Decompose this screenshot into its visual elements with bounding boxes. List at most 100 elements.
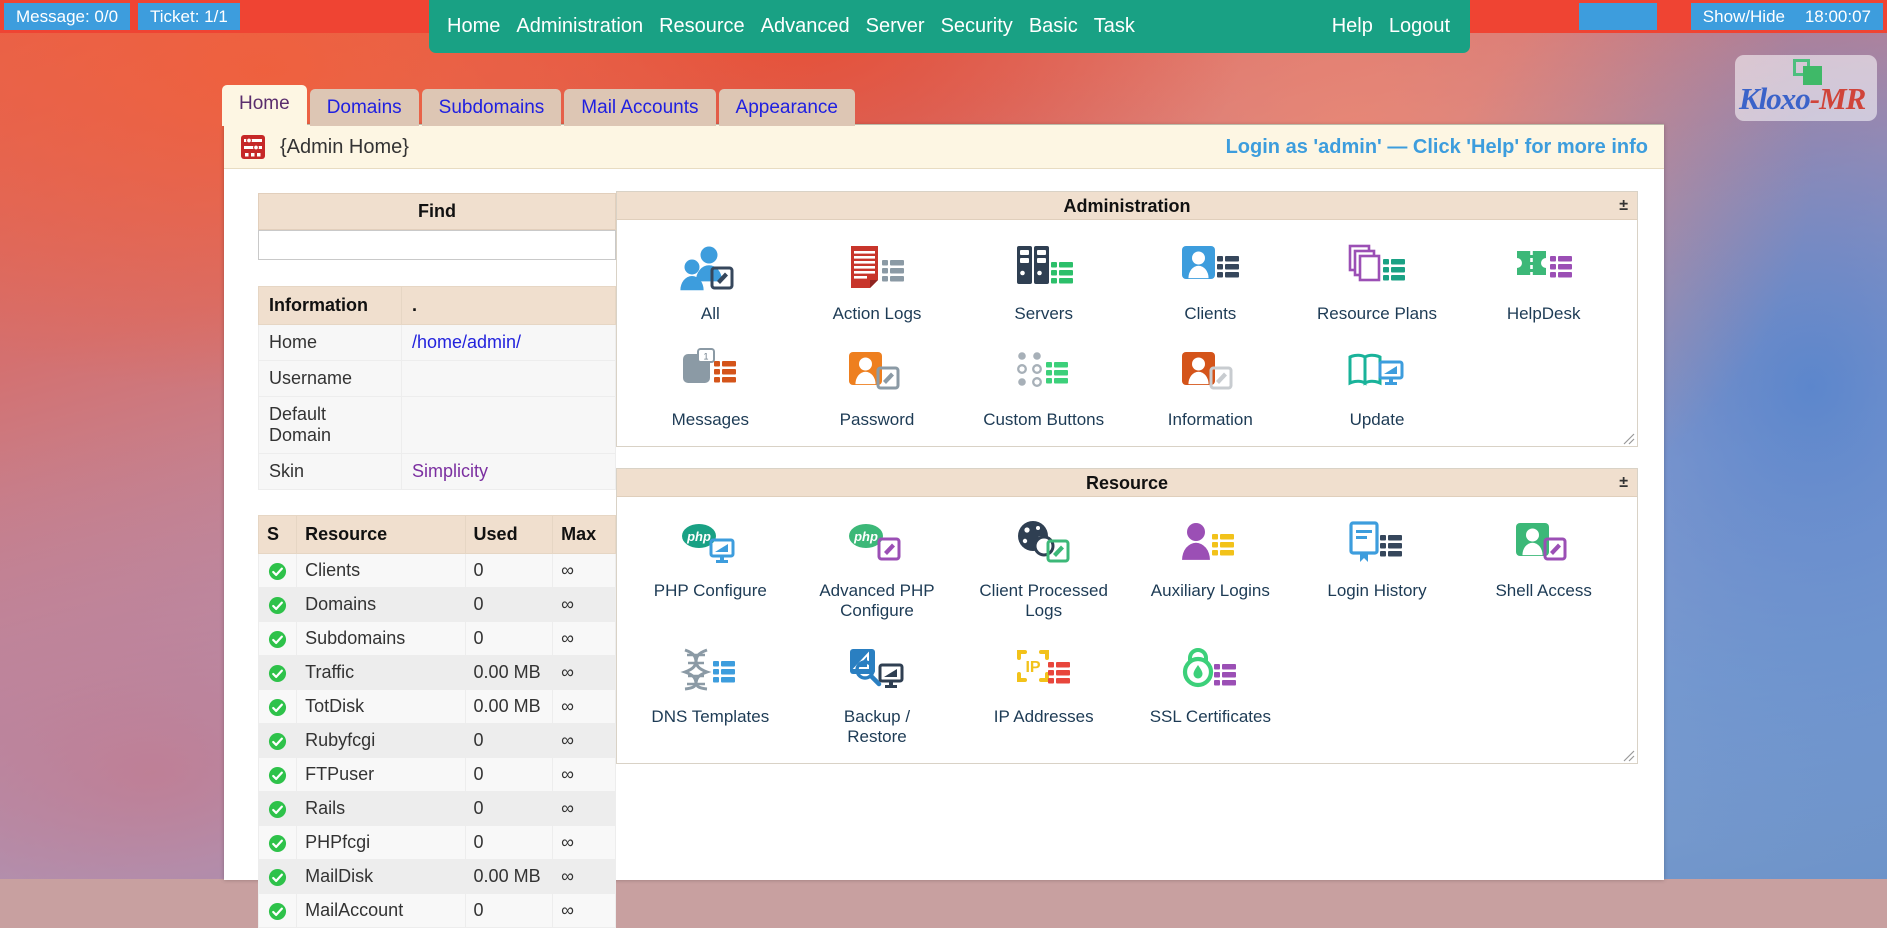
message-counter-chip[interactable]: Message: 0/0 bbox=[4, 3, 131, 30]
icon-tile-all[interactable]: All bbox=[627, 234, 794, 334]
tab-home[interactable]: Home bbox=[222, 85, 307, 126]
icon-tile-custom-buttons[interactable]: Custom Buttons bbox=[960, 340, 1127, 440]
icon-tile-helpdesk[interactable]: HelpDesk bbox=[1460, 234, 1627, 334]
resource-used-cell: 0 bbox=[464, 757, 554, 792]
status-ok-icon bbox=[269, 630, 287, 649]
window-body: Find Information . Home /home/admin/ Use… bbox=[224, 169, 1664, 928]
nav-item-security[interactable]: Security bbox=[941, 15, 1013, 38]
svg-text:1: 1 bbox=[704, 351, 709, 361]
nav-item-logout[interactable]: Logout bbox=[1389, 15, 1450, 38]
resource-status-cell bbox=[257, 621, 298, 656]
icon-tile-label: Auxiliary Logins bbox=[1150, 581, 1270, 600]
resource-used-cell: 0.00 MB bbox=[464, 655, 554, 690]
icon-tile-ip-addresses[interactable]: IP IP Addresses bbox=[960, 637, 1127, 757]
icon-tile-dns-templates[interactable]: DNS Templates bbox=[627, 637, 794, 757]
icon-tile-advanced-php-configure[interactable]: php Advanced PHP Configure bbox=[794, 511, 961, 631]
home-path-link[interactable]: /home/admin/ bbox=[412, 332, 521, 352]
nav-item-basic[interactable]: Basic bbox=[1029, 15, 1078, 38]
resource-used-cell: 0 bbox=[464, 621, 554, 656]
icon-tile-label: Update bbox=[1349, 410, 1405, 429]
resource-name-cell: PHPfcgi bbox=[296, 825, 466, 860]
icon-tile-servers[interactable]: Servers bbox=[960, 234, 1127, 334]
resource-name-cell: TotDisk bbox=[296, 689, 466, 724]
icon-tile-resource-plans[interactable]: Resource Plans bbox=[1294, 234, 1461, 334]
show-hide-button[interactable]: Show/Hide bbox=[1690, 3, 1797, 30]
resize-handle-icon[interactable] bbox=[1621, 748, 1635, 762]
resource-used-cell: 0 bbox=[464, 587, 554, 622]
nav-item-help[interactable]: Help bbox=[1332, 15, 1373, 38]
icon-tile-label: Information bbox=[1167, 410, 1253, 429]
icon-tile-update[interactable]: Update bbox=[1294, 340, 1461, 440]
user-list-purple-icon bbox=[1179, 519, 1241, 577]
nav-item-home[interactable]: Home bbox=[447, 15, 500, 38]
nav-item-advanced[interactable]: Advanced bbox=[761, 15, 850, 38]
nav-item-administration[interactable]: Administration bbox=[516, 15, 643, 38]
administration-panel-toggle[interactable]: ± bbox=[1619, 192, 1628, 220]
icon-tile-label: PHP Configure bbox=[653, 581, 767, 600]
search-input[interactable] bbox=[258, 230, 616, 260]
resource-status-cell bbox=[257, 791, 298, 826]
user-edit-orange-icon bbox=[846, 348, 908, 406]
resource-status-cell bbox=[257, 893, 298, 928]
table-row: Home /home/admin/ bbox=[258, 324, 616, 361]
table-row: Rails 0 ∞ bbox=[257, 791, 616, 826]
icon-tile-clients[interactable]: Clients bbox=[1127, 234, 1294, 334]
icon-tile-password[interactable]: Password bbox=[794, 340, 961, 440]
backup-monitor-icon bbox=[846, 645, 908, 703]
servers-icon bbox=[1013, 242, 1075, 300]
information-table: Information . Home /home/admin/ Username… bbox=[258, 286, 616, 490]
table-row: Username bbox=[258, 360, 616, 397]
blank-chip[interactable] bbox=[1579, 3, 1657, 30]
icon-tile-ssl-certificates[interactable]: SSL Certificates bbox=[1127, 637, 1294, 757]
svg-text:php: php bbox=[686, 529, 711, 544]
tab-domains[interactable]: Domains bbox=[309, 89, 419, 126]
nav-primary-group: Home Administration Resource Advanced Se… bbox=[447, 0, 1135, 53]
info-label-username: Username bbox=[258, 360, 402, 397]
tab-mail-accounts[interactable]: Mail Accounts bbox=[564, 89, 716, 126]
table-row: TotDisk 0.00 MB ∞ bbox=[257, 689, 616, 724]
icon-tile-auxiliary-logins[interactable]: Auxiliary Logins bbox=[1127, 511, 1294, 631]
resource-panel-header: Resource ± bbox=[617, 469, 1637, 497]
icon-tile-information[interactable]: Information bbox=[1127, 340, 1294, 440]
client-user-icon bbox=[1179, 242, 1241, 300]
nav-item-task[interactable]: Task bbox=[1094, 15, 1135, 38]
icon-tile-action-logs[interactable]: Action Logs bbox=[794, 234, 961, 334]
icon-tile-php-configure[interactable]: php PHP Configure bbox=[627, 511, 794, 631]
lock-list-icon bbox=[1179, 645, 1241, 703]
table-row: Default Domain bbox=[258, 396, 616, 454]
php-monitor-icon: php bbox=[679, 519, 741, 577]
find-box: Find bbox=[258, 193, 616, 230]
status-ok-icon bbox=[269, 834, 287, 853]
icon-tile-label: Backup / Restore bbox=[843, 707, 911, 746]
ticket-counter-chip[interactable]: Ticket: 1/1 bbox=[138, 3, 240, 30]
login-help-note[interactable]: Login as 'admin' — Click 'Help' for more… bbox=[1226, 125, 1648, 169]
icon-tile-client-processed-logs[interactable]: Client Processed Logs bbox=[960, 511, 1127, 631]
icon-tile-backup-restore[interactable]: Backup / Restore bbox=[794, 637, 961, 757]
resource-name-cell: Domains bbox=[296, 587, 466, 622]
icon-tile-messages[interactable]: 1 Messages bbox=[627, 340, 794, 440]
info-value-home: /home/admin/ bbox=[401, 324, 616, 361]
clock-display[interactable]: 18:00:07 bbox=[1792, 3, 1883, 30]
nav-item-resource[interactable]: Resource bbox=[659, 15, 745, 38]
table-row: Skin Simplicity bbox=[258, 453, 616, 490]
status-ok-icon bbox=[269, 902, 287, 921]
icon-tile-shell-access[interactable]: Shell Access bbox=[1460, 511, 1627, 631]
resize-handle-icon[interactable] bbox=[1621, 431, 1635, 445]
info-value-username bbox=[401, 360, 616, 397]
icon-tile-label: Resource Plans bbox=[1316, 304, 1437, 323]
ip-list-icon: IP bbox=[1013, 645, 1075, 703]
skin-link[interactable]: Simplicity bbox=[412, 461, 488, 481]
tab-appearance[interactable]: Appearance bbox=[718, 89, 855, 126]
nav-item-server[interactable]: Server bbox=[866, 15, 925, 38]
resource-panel-toggle[interactable]: ± bbox=[1619, 469, 1628, 497]
tab-subdomains[interactable]: Subdomains bbox=[421, 89, 562, 126]
book-list-icon bbox=[1346, 519, 1408, 577]
resource-status-cell bbox=[257, 757, 298, 792]
dna-list-icon bbox=[679, 645, 741, 703]
book-monitor-icon bbox=[1346, 348, 1408, 406]
main-navigation-bar: Home Administration Resource Advanced Se… bbox=[429, 0, 1470, 53]
icon-tile-login-history[interactable]: Login History bbox=[1294, 511, 1461, 631]
left-sidebar: Find Information . Home /home/admin/ Use… bbox=[224, 169, 616, 928]
admin-home-window: {Admin Home} Login as 'admin' — Click 'H… bbox=[224, 124, 1664, 928]
icon-tile-label: Client Processed Logs bbox=[979, 581, 1108, 620]
